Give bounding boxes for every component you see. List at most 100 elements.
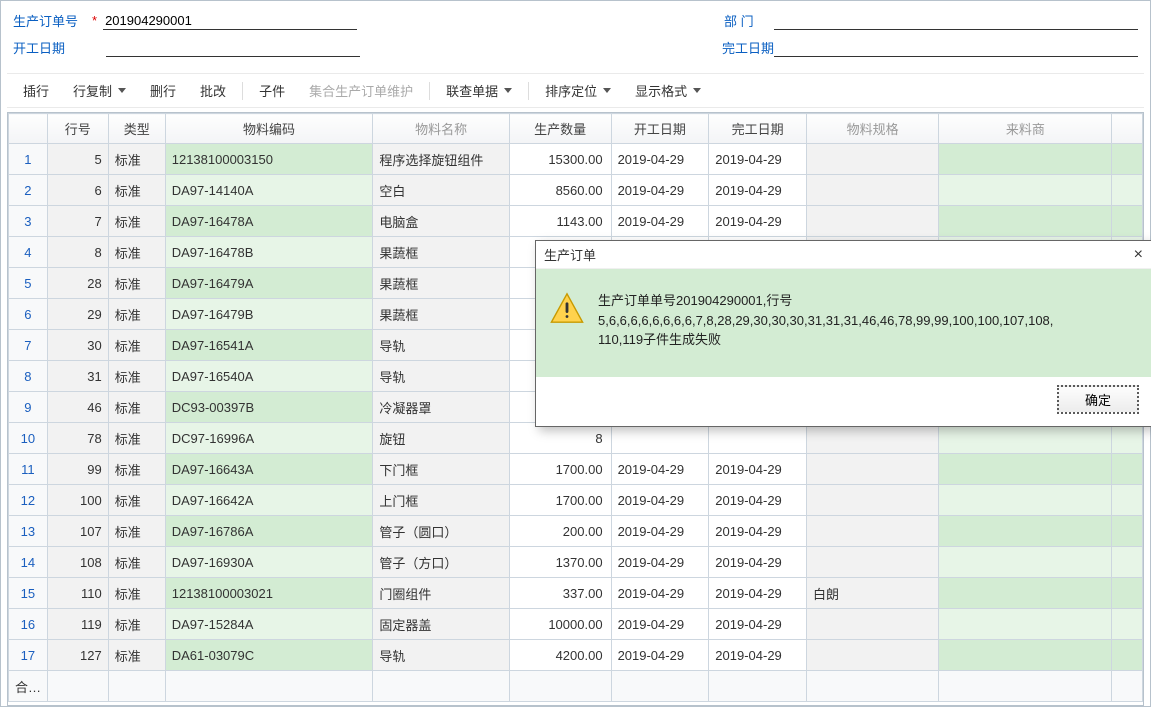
cell-lineno[interactable]: 5 bbox=[47, 144, 108, 175]
cell-matcode[interactable]: DA97-16478B bbox=[165, 237, 373, 268]
row-index[interactable]: 6 bbox=[9, 299, 48, 330]
row-index[interactable]: 17 bbox=[9, 640, 48, 671]
table-row[interactable]: 15110标准12138100003021门圈组件337.002019-04-2… bbox=[9, 578, 1143, 609]
cell-end[interactable]: 2019-04-29 bbox=[709, 206, 807, 237]
cell-supplier[interactable] bbox=[939, 609, 1112, 640]
cell-type[interactable]: 标准 bbox=[108, 392, 165, 423]
cell-end[interactable]: 2019-04-29 bbox=[709, 144, 807, 175]
cell-lineno[interactable]: 127 bbox=[47, 640, 108, 671]
col-type[interactable]: 类型 bbox=[108, 114, 165, 144]
cell-matcode[interactable]: DA97-16479B bbox=[165, 299, 373, 330]
table-row[interactable]: 12100标准DA97-16642A上门框1700.002019-04-2920… bbox=[9, 485, 1143, 516]
cell-qty[interactable]: 8560.00 bbox=[509, 175, 611, 206]
cell-matcode[interactable]: DA97-15284A bbox=[165, 609, 373, 640]
row-index[interactable]: 12 bbox=[9, 485, 48, 516]
cell-supplier[interactable] bbox=[939, 206, 1112, 237]
cell-end[interactable]: 2019-04-29 bbox=[709, 640, 807, 671]
cell-matcode[interactable]: DA97-16479A bbox=[165, 268, 373, 299]
table-row[interactable]: 14108标准DA97-16930A管子（方口）1370.002019-04-2… bbox=[9, 547, 1143, 578]
cell-supplier[interactable] bbox=[939, 485, 1112, 516]
cell-start[interactable]: 2019-04-29 bbox=[611, 144, 709, 175]
row-index[interactable]: 16 bbox=[9, 609, 48, 640]
cell-type[interactable]: 标准 bbox=[108, 485, 165, 516]
row-index[interactable]: 14 bbox=[9, 547, 48, 578]
col-start[interactable]: 开工日期 bbox=[611, 114, 709, 144]
table-row[interactable]: 13107标准DA97-16786A管子（圆口）200.002019-04-29… bbox=[9, 516, 1143, 547]
cell-qty[interactable]: 1370.00 bbox=[509, 547, 611, 578]
table-row[interactable]: 17127标准DA61-03079C导轨4200.002019-04-29201… bbox=[9, 640, 1143, 671]
row-index[interactable]: 13 bbox=[9, 516, 48, 547]
row-index[interactable]: 11 bbox=[9, 454, 48, 485]
cell-lineno[interactable]: 119 bbox=[47, 609, 108, 640]
cell-lineno[interactable]: 107 bbox=[47, 516, 108, 547]
cell-matcode[interactable]: DA97-16541A bbox=[165, 330, 373, 361]
table-row[interactable]: 1199标准DA97-16643A下门框1700.002019-04-29201… bbox=[9, 454, 1143, 485]
cell-qty[interactable]: 1700.00 bbox=[509, 485, 611, 516]
cell-matcode[interactable]: 12138100003021 bbox=[165, 578, 373, 609]
cell-end[interactable]: 2019-04-29 bbox=[709, 516, 807, 547]
cell-start[interactable]: 2019-04-29 bbox=[611, 175, 709, 206]
row-index[interactable]: 3 bbox=[9, 206, 48, 237]
col-qty[interactable]: 生产数量 bbox=[509, 114, 611, 144]
cell-matcode[interactable]: DA97-16930A bbox=[165, 547, 373, 578]
col-matcode[interactable]: 物料编码 bbox=[165, 114, 373, 144]
cell-matcode[interactable]: DA97-14140A bbox=[165, 175, 373, 206]
cell-type[interactable]: 标准 bbox=[108, 144, 165, 175]
cell-lineno[interactable]: 30 bbox=[47, 330, 108, 361]
cell-qty[interactable]: 1143.00 bbox=[509, 206, 611, 237]
cell-lineno[interactable]: 100 bbox=[47, 485, 108, 516]
cell-matcode[interactable]: DC93-00397B bbox=[165, 392, 373, 423]
row-index[interactable]: 15 bbox=[9, 578, 48, 609]
cell-supplier[interactable] bbox=[939, 516, 1112, 547]
row-index[interactable]: 2 bbox=[9, 175, 48, 206]
row-index[interactable]: 1 bbox=[9, 144, 48, 175]
cell-type[interactable]: 标准 bbox=[108, 268, 165, 299]
cell-matcode[interactable]: DA61-03079C bbox=[165, 640, 373, 671]
cell-type[interactable]: 标准 bbox=[108, 175, 165, 206]
cell-qty[interactable]: 200.00 bbox=[509, 516, 611, 547]
display-format-button[interactable]: 显示格式 bbox=[623, 78, 713, 103]
cell-end[interactable]: 2019-04-29 bbox=[709, 175, 807, 206]
cell-end[interactable]: 2019-04-29 bbox=[709, 578, 807, 609]
table-row[interactable]: 37标准DA97-16478A电脑盒1143.002019-04-292019-… bbox=[9, 206, 1143, 237]
ok-button[interactable]: 确定 bbox=[1057, 385, 1139, 414]
cell-qty[interactable]: 15300.00 bbox=[509, 144, 611, 175]
order-no-input[interactable] bbox=[103, 12, 357, 30]
cell-lineno[interactable]: 6 bbox=[47, 175, 108, 206]
cell-lineno[interactable]: 110 bbox=[47, 578, 108, 609]
cell-end[interactable] bbox=[709, 423, 807, 454]
cell-end[interactable]: 2019-04-29 bbox=[709, 454, 807, 485]
sort-locate-button[interactable]: 排序定位 bbox=[533, 78, 623, 103]
table-row[interactable]: 26标准DA97-14140A空白8560.002019-04-292019-0… bbox=[9, 175, 1143, 206]
cell-qty[interactable]: 10000.00 bbox=[509, 609, 611, 640]
cell-type[interactable]: 标准 bbox=[108, 206, 165, 237]
cell-start[interactable]: 2019-04-29 bbox=[611, 206, 709, 237]
cell-matcode[interactable]: DA97-16540A bbox=[165, 361, 373, 392]
table-row[interactable]: 15标准12138100003150程序选择旋钮组件15300.002019-0… bbox=[9, 144, 1143, 175]
col-supplier[interactable]: 来料商 bbox=[939, 114, 1112, 144]
cell-supplier[interactable] bbox=[939, 423, 1112, 454]
cell-supplier[interactable] bbox=[939, 144, 1112, 175]
cell-qty[interactable]: 1700.00 bbox=[509, 454, 611, 485]
cell-supplier[interactable] bbox=[939, 547, 1112, 578]
col-end[interactable]: 完工日期 bbox=[709, 114, 807, 144]
row-index[interactable]: 9 bbox=[9, 392, 48, 423]
cell-lineno[interactable]: 8 bbox=[47, 237, 108, 268]
cell-start[interactable]: 2019-04-29 bbox=[611, 547, 709, 578]
row-index[interactable]: 10 bbox=[9, 423, 48, 454]
delete-row-button[interactable]: 删行 bbox=[138, 78, 188, 103]
cell-qty[interactable]: 8 bbox=[509, 423, 611, 454]
col-matname[interactable]: 物料名称 bbox=[373, 114, 509, 144]
copy-row-button[interactable]: 行复制 bbox=[61, 78, 138, 103]
cell-end[interactable]: 2019-04-29 bbox=[709, 547, 807, 578]
row-index[interactable]: 4 bbox=[9, 237, 48, 268]
cell-matcode[interactable]: DA97-16786A bbox=[165, 516, 373, 547]
cell-qty[interactable]: 337.00 bbox=[509, 578, 611, 609]
row-index[interactable]: 8 bbox=[9, 361, 48, 392]
col-lineno[interactable]: 行号 bbox=[47, 114, 108, 144]
cell-matcode[interactable]: 12138100003150 bbox=[165, 144, 373, 175]
cell-lineno[interactable]: 7 bbox=[47, 206, 108, 237]
cell-end[interactable]: 2019-04-29 bbox=[709, 485, 807, 516]
cell-type[interactable]: 标准 bbox=[108, 423, 165, 454]
cell-supplier[interactable] bbox=[939, 578, 1112, 609]
